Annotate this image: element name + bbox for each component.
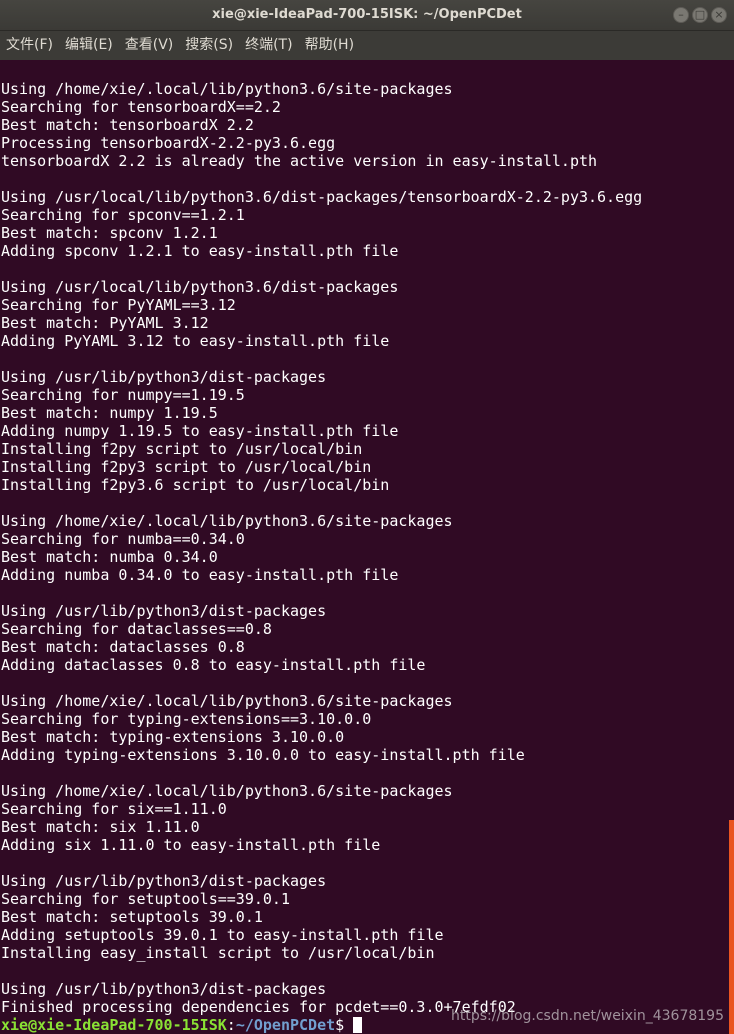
maximize-button[interactable]: □: [692, 7, 708, 23]
maximize-icon: □: [694, 8, 706, 21]
terminal-line: Using /usr/lib/python3/dist-packages: [1, 980, 327, 998]
terminal-line: Using /home/xie/.local/lib/python3.6/sit…: [1, 512, 453, 530]
terminal-line: Searching for tensorboardX==2.2: [1, 98, 281, 116]
terminal-line: Adding dataclasses 0.8 to easy-install.p…: [1, 656, 426, 674]
terminal-line: Adding typing-extensions 3.10.0.0 to eas…: [1, 746, 525, 764]
prompt-user: xie@xie-IdeaPad-700-15ISK: [1, 1016, 227, 1034]
terminal-line: Best match: dataclasses 0.8: [1, 638, 245, 656]
scrollbar-thumb[interactable]: [729, 820, 734, 1034]
menu-help[interactable]: 帮助(H): [299, 31, 360, 60]
menu-edit[interactable]: 编辑(E): [59, 31, 119, 60]
menu-view[interactable]: 查看(V): [119, 31, 180, 60]
terminal-line: Best match: spconv 1.2.1: [1, 224, 218, 242]
prompt-symbol: $: [335, 1016, 354, 1034]
terminal-line: Using /usr/local/lib/python3.6/dist-pack…: [1, 278, 399, 296]
window-title: xie@xie-IdeaPad-700-15ISK: ~/OpenPCDet: [212, 7, 522, 22]
terminal-line: Searching for dataclasses==0.8: [1, 620, 272, 638]
terminal-line: Using /usr/lib/python3/dist-packages: [1, 368, 327, 386]
terminal-line: Best match: setuptools 39.0.1: [1, 908, 263, 926]
terminal-line: Using /home/xie/.local/lib/python3.6/sit…: [1, 80, 453, 98]
terminal-line: Processing tensorboardX-2.2-py3.6.egg: [1, 134, 336, 152]
terminal-line: Adding six 1.11.0 to easy-install.pth fi…: [1, 836, 381, 854]
close-button[interactable]: ×: [711, 7, 727, 23]
terminal-line: Searching for numpy==1.19.5: [1, 386, 245, 404]
terminal-line: Adding setuptools 39.0.1 to easy-install…: [1, 926, 444, 944]
terminal-line: tensorboardX 2.2 is already the active v…: [1, 152, 598, 170]
terminal-line: Installing f2py script to /usr/local/bin: [1, 440, 363, 458]
terminal-line: Searching for setuptools==39.0.1: [1, 890, 290, 908]
menu-file[interactable]: 文件(F): [0, 31, 59, 60]
prompt-separator: :: [226, 1016, 236, 1034]
minimize-button[interactable]: –: [673, 7, 689, 23]
watermark: https://blog.csdn.net/weixin_43678195: [450, 1008, 724, 1024]
terminal-line: Using /usr/lib/python3/dist-packages: [1, 602, 327, 620]
terminal-line: Adding spconv 1.2.1 to easy-install.pth …: [1, 242, 399, 260]
menu-bar: 文件(F) 编辑(E) 查看(V) 搜索(S) 终端(T) 帮助(H): [0, 31, 734, 60]
terminal-line: Searching for typing-extensions==3.10.0.…: [1, 710, 372, 728]
terminal-output[interactable]: Using /home/xie/.local/lib/python3.6/sit…: [0, 60, 728, 1034]
terminal-line: Installing f2py3.6 script to /usr/local/…: [1, 476, 390, 494]
prompt-path: ~/OpenPCDet: [235, 1016, 336, 1034]
terminal-lines: Using /home/xie/.local/lib/python3.6/sit…: [1, 80, 642, 1034]
terminal-line: Best match: numba 0.34.0: [1, 548, 218, 566]
terminal-line: Using /home/xie/.local/lib/python3.6/sit…: [1, 782, 453, 800]
title-bar: xie@xie-IdeaPad-700-15ISK: ~/OpenPCDet –…: [0, 0, 734, 31]
terminal-line: Best match: typing-extensions 3.10.0.0: [1, 728, 345, 746]
terminal-line: Best match: PyYAML 3.12: [1, 314, 209, 332]
terminal-line: Installing easy_install script to /usr/l…: [1, 944, 435, 962]
terminal-line: Adding numpy 1.19.5 to easy-install.pth …: [1, 422, 399, 440]
menu-terminal[interactable]: 终端(T): [239, 31, 298, 60]
terminal-line: Using /usr/lib/python3/dist-packages: [1, 872, 327, 890]
terminal-line: Best match: six 1.11.0: [1, 818, 200, 836]
scrollbar[interactable]: [728, 60, 734, 1034]
terminal-line: Searching for spconv==1.2.1: [1, 206, 245, 224]
terminal-line: Installing f2py3 script to /usr/local/bi…: [1, 458, 372, 476]
terminal-line: Searching for PyYAML==3.12: [1, 296, 236, 314]
close-icon: ×: [714, 8, 724, 21]
terminal-line: Adding numba 0.34.0 to easy-install.pth …: [1, 566, 399, 584]
terminal-line: Best match: numpy 1.19.5: [1, 404, 218, 422]
text-cursor: [353, 1017, 363, 1033]
terminal-line: Searching for numba==0.34.0: [1, 530, 245, 548]
terminal-line: Searching for six==1.11.0: [1, 800, 227, 818]
terminal-line: Best match: tensorboardX 2.2: [1, 116, 254, 134]
terminal-line: Using /usr/local/lib/python3.6/dist-pack…: [1, 188, 643, 206]
terminal-line: Using /home/xie/.local/lib/python3.6/sit…: [1, 692, 453, 710]
minimize-icon: –: [678, 8, 684, 21]
menu-search[interactable]: 搜索(S): [179, 31, 239, 60]
terminal-line: Adding PyYAML 3.12 to easy-install.pth f…: [1, 332, 390, 350]
